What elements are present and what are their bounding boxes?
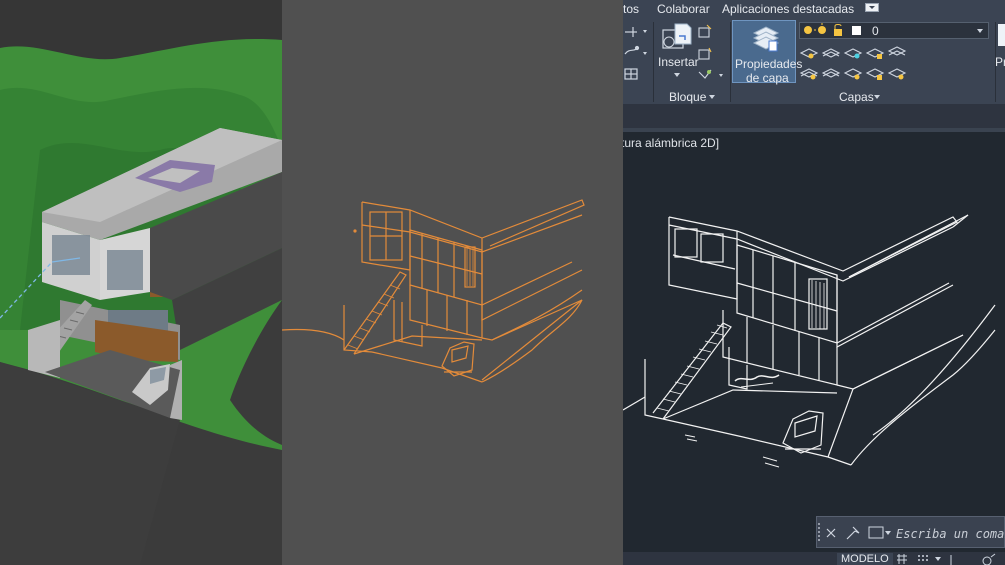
cad-window: tos Colaborar Aplicaciones destacadas In… bbox=[623, 0, 1005, 565]
workspace-dropdown-icon[interactable] bbox=[865, 3, 881, 14]
chevron-down-icon bbox=[674, 73, 680, 77]
block-panel-chevron-icon[interactable] bbox=[708, 94, 716, 100]
ribbon-strip bbox=[623, 104, 1005, 128]
menu-tab-collaborate[interactable]: Colaborar bbox=[657, 2, 710, 16]
layer-dropdown[interactable]: 0 bbox=[799, 22, 989, 39]
command-line[interactable]: Escriba un coman bbox=[816, 516, 1005, 548]
command-input[interactable]: Escriba un coman bbox=[896, 527, 1005, 541]
menu-tab-partial[interactable]: tos bbox=[623, 2, 639, 16]
layer-tools-grid[interactable] bbox=[799, 43, 909, 83]
white-wireframe-house bbox=[623, 214, 996, 468]
layer-properties-label-2: de capa bbox=[746, 71, 789, 85]
block-panel-label[interactable]: Bloque bbox=[669, 90, 706, 104]
layer-dropdown-chevron-icon bbox=[977, 29, 983, 33]
cut-off-button[interactable]: Pr bbox=[995, 22, 1005, 82]
status-tools-icons[interactable] bbox=[895, 553, 1005, 565]
menu-bar: tos Colaborar Aplicaciones destacadas bbox=[623, 0, 1005, 18]
current-layer-value: 0 bbox=[872, 24, 879, 38]
layer-properties-icon bbox=[752, 26, 780, 52]
block-tools[interactable] bbox=[697, 22, 729, 82]
layer-properties-button[interactable]: Propiedades de capa bbox=[732, 20, 802, 85]
cut-off-label: Pr bbox=[995, 55, 1005, 69]
draw-tools-partial[interactable] bbox=[623, 24, 651, 84]
render-viewport[interactable] bbox=[0, 0, 282, 565]
command-line-icons bbox=[818, 523, 891, 541]
wireframe-viewport[interactable] bbox=[282, 0, 623, 565]
menu-tab-featured-apps[interactable]: Aplicaciones destacadas bbox=[722, 2, 854, 16]
layer-properties-label-1: Propiedades bbox=[735, 57, 803, 71]
layer-tools-icons bbox=[799, 46, 907, 80]
layer-state-icons bbox=[804, 23, 861, 36]
layers-panel-chevron-icon[interactable] bbox=[873, 94, 881, 100]
shaded-house-render bbox=[0, 0, 282, 565]
block-tools-icon bbox=[698, 24, 723, 79]
orange-wireframe-house bbox=[282, 199, 585, 383]
layers-panel-label[interactable]: Capas bbox=[839, 90, 874, 104]
draw-tools-icon bbox=[624, 27, 647, 80]
file-tabs-bar bbox=[623, 128, 1005, 132]
cut-off-icon bbox=[998, 24, 1005, 46]
model-tab[interactable]: MODELO bbox=[837, 553, 893, 565]
insert-label: Insertar bbox=[658, 55, 699, 69]
insert-block-icon bbox=[662, 23, 692, 49]
insert-block-button[interactable]: Insertar bbox=[657, 22, 699, 80]
